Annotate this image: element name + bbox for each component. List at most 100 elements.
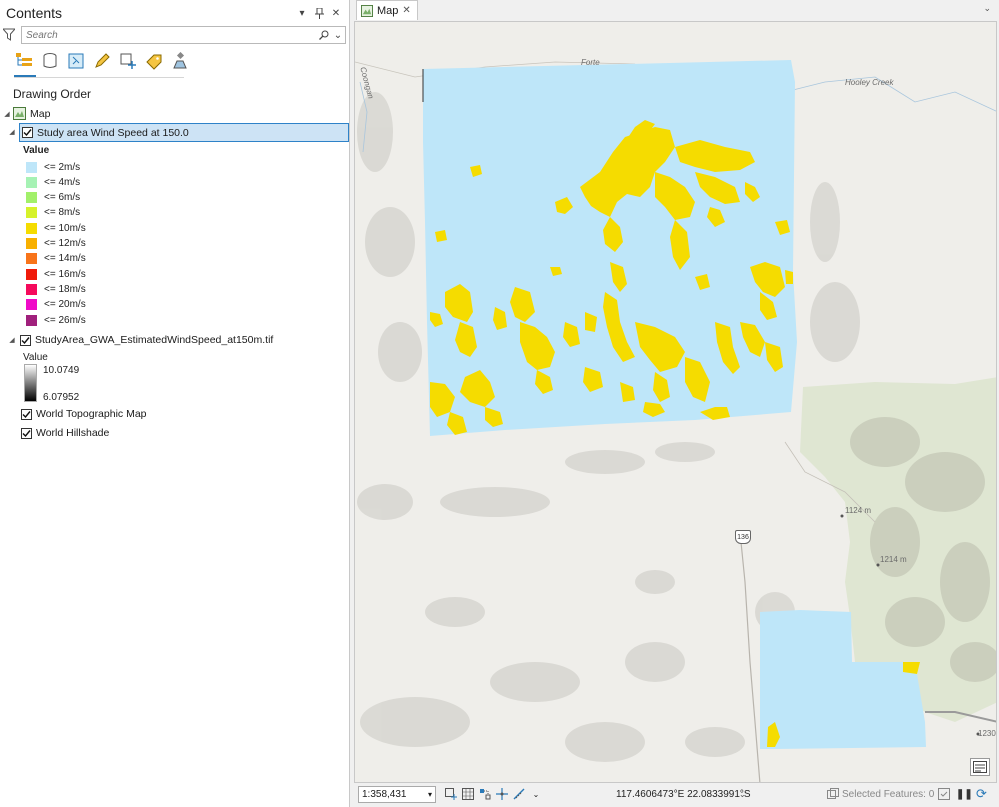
layer1-expander[interactable]: ◢	[8, 123, 18, 141]
filter-icon[interactable]	[1, 28, 17, 42]
legend-label: <= 18m/s	[44, 283, 86, 295]
legend-item[interactable]: <= 26m/s	[26, 313, 86, 327]
legend-item[interactable]: <= 18m/s	[26, 282, 86, 296]
grid-icon[interactable]	[461, 787, 475, 801]
tab-list-chevron-icon[interactable]: ⌄	[983, 3, 991, 14]
navigation-tool-icon[interactable]	[444, 787, 458, 801]
legend-swatch	[26, 283, 37, 295]
elevation-label: 1124 m	[845, 506, 872, 515]
refresh-icon[interactable]: ⟳	[976, 786, 987, 802]
legend-label: <= 6m/s	[44, 192, 81, 204]
legend-item[interactable]: <= 8m/s	[26, 206, 80, 220]
legend-item[interactable]: <= 16m/s	[26, 267, 86, 281]
legend-item[interactable]: <= 4m/s	[26, 175, 80, 189]
close-tab-icon[interactable]: ✕	[402, 5, 410, 16]
scale-select[interactable]: 1:358,431 ▾	[358, 785, 436, 803]
legend-label: <= 8m/s	[44, 207, 81, 219]
search-options-chevron-icon[interactable]: ⌄	[331, 28, 345, 42]
clear-selection-icon[interactable]	[937, 787, 951, 801]
layer-row-gwa-raster[interactable]: ◢ StudyArea_GWA_EstimatedWindSpeed_at150…	[8, 331, 273, 349]
search-input[interactable]	[26, 29, 317, 41]
layer-visibility-checkbox[interactable]	[22, 127, 33, 138]
scale-value: 1:358,431	[362, 788, 407, 800]
legend-swatch	[26, 238, 37, 249]
legend-item[interactable]: <= 6m/s	[26, 191, 80, 205]
toolbar-divider	[14, 77, 184, 78]
layer-row-world-topographic[interactable]: World Topographic Map	[21, 405, 147, 423]
road-shield: 136	[735, 530, 751, 544]
layer-row-wind-speed[interactable]: Study area Wind Speed at 150.0	[19, 123, 349, 142]
search-row: ⌄	[1, 26, 346, 44]
pane-options-icon[interactable]: ▾	[295, 6, 309, 20]
layer-label: Study area Wind Speed at 150.0	[37, 126, 189, 139]
drawing-order-heading: Drawing Order	[13, 87, 92, 101]
legend-swatch	[26, 207, 37, 219]
stretch-low-label: 6.07952	[43, 392, 80, 403]
stretch-gradient-swatch	[24, 364, 37, 402]
pause-drawing-button[interactable]: ❚❚	[956, 789, 973, 800]
list-by-selection-icon[interactable]	[66, 51, 86, 71]
map-pane: Map ✕ ⌄ Hooley Creek Forte Coongan 1124 …	[352, 0, 999, 807]
list-by-data-source-icon[interactable]	[40, 51, 60, 71]
legend-label: <= 12m/s	[44, 238, 86, 249]
map-rendering[interactable]	[355, 22, 997, 783]
layer-visibility-checkbox[interactable]	[21, 408, 32, 420]
map-status-bar: 1:358,431 ▾ ⌄ 117.4606473°E 22.0833991°S…	[354, 783, 997, 805]
contents-header: Contents ▾ ✕	[0, 0, 349, 26]
layer-row-world-hillshade[interactable]: World Hillshade	[21, 424, 109, 442]
legend-item[interactable]: <= 20m/s	[26, 298, 86, 312]
expand-arrow-icon[interactable]: ◢	[8, 336, 16, 344]
stretch-high-label: 10.0749	[43, 365, 80, 376]
legend-swatch	[26, 268, 37, 280]
search-icon[interactable]	[317, 28, 331, 42]
tab-label: Map	[377, 4, 399, 17]
chevron-down-icon: ▾	[427, 789, 432, 799]
coordinate-format-chevron-icon[interactable]: ⌄	[739, 790, 746, 799]
expand-arrow-icon[interactable]: ◢	[3, 110, 11, 118]
list-by-snapping-icon[interactable]	[118, 51, 138, 71]
contents-toolbar	[14, 51, 190, 77]
pin-icon[interactable]	[312, 6, 326, 20]
basemap-gallery-icon[interactable]	[970, 758, 990, 776]
list-by-perspective-imagery-icon[interactable]	[170, 51, 190, 71]
legend-swatch	[26, 253, 37, 265]
list-by-drawing-order-icon[interactable]	[14, 51, 34, 71]
place-label: Forte	[581, 58, 600, 67]
layer-label: World Hillshade	[36, 427, 110, 439]
legend-label: <= 2m/s	[44, 161, 81, 173]
legend-item[interactable]: <= 14m/s	[26, 252, 86, 266]
layer-visibility-checkbox[interactable]	[20, 334, 31, 346]
map-icon	[361, 4, 373, 17]
list-by-editing-icon[interactable]	[92, 51, 112, 71]
selected-features-label: Selected Features: 0	[842, 788, 935, 800]
legend-value-header: Value	[23, 145, 50, 156]
selected-features-indicator[interactable]: Selected Features: 0	[827, 788, 934, 800]
legend-swatch	[26, 222, 37, 234]
layer-visibility-checkbox[interactable]	[21, 427, 32, 439]
constraints-icon[interactable]	[495, 787, 509, 801]
map-node[interactable]: ◢ Map	[3, 105, 50, 123]
legend-swatch	[26, 161, 37, 173]
legend-label: <= 14m/s	[44, 253, 86, 265]
contents-pane: Contents ▾ ✕ ⌄	[0, 0, 350, 807]
legend-label: <= 10m/s	[44, 222, 86, 234]
tools-chevron-down-icon[interactable]: ⌄	[529, 787, 543, 801]
legend-swatch	[26, 176, 37, 188]
close-icon[interactable]: ✕	[329, 6, 343, 20]
legend-item[interactable]: <= 10m/s	[26, 221, 86, 235]
expand-arrow-icon[interactable]: ◢	[8, 128, 16, 136]
tab-map[interactable]: Map ✕	[356, 0, 418, 20]
list-by-labeling-icon[interactable]	[144, 51, 164, 71]
legend-swatch	[26, 192, 37, 204]
elevation-label: 1214 m	[880, 555, 907, 564]
search-box[interactable]: ⌄	[21, 26, 346, 44]
legend-item[interactable]: <= 2m/s	[26, 160, 80, 174]
measure-icon[interactable]	[512, 787, 526, 801]
legend-label: <= 20m/s	[44, 299, 86, 311]
legend-label: <= 16m/s	[44, 268, 86, 280]
selected-features-icon	[827, 788, 839, 799]
creek-label: Hooley Creek	[845, 78, 894, 87]
map-view[interactable]: Hooley Creek Forte Coongan 1124 m 1214 m…	[354, 21, 997, 783]
snapping-icon[interactable]	[478, 787, 492, 801]
legend-item[interactable]: <= 12m/s	[26, 237, 86, 251]
